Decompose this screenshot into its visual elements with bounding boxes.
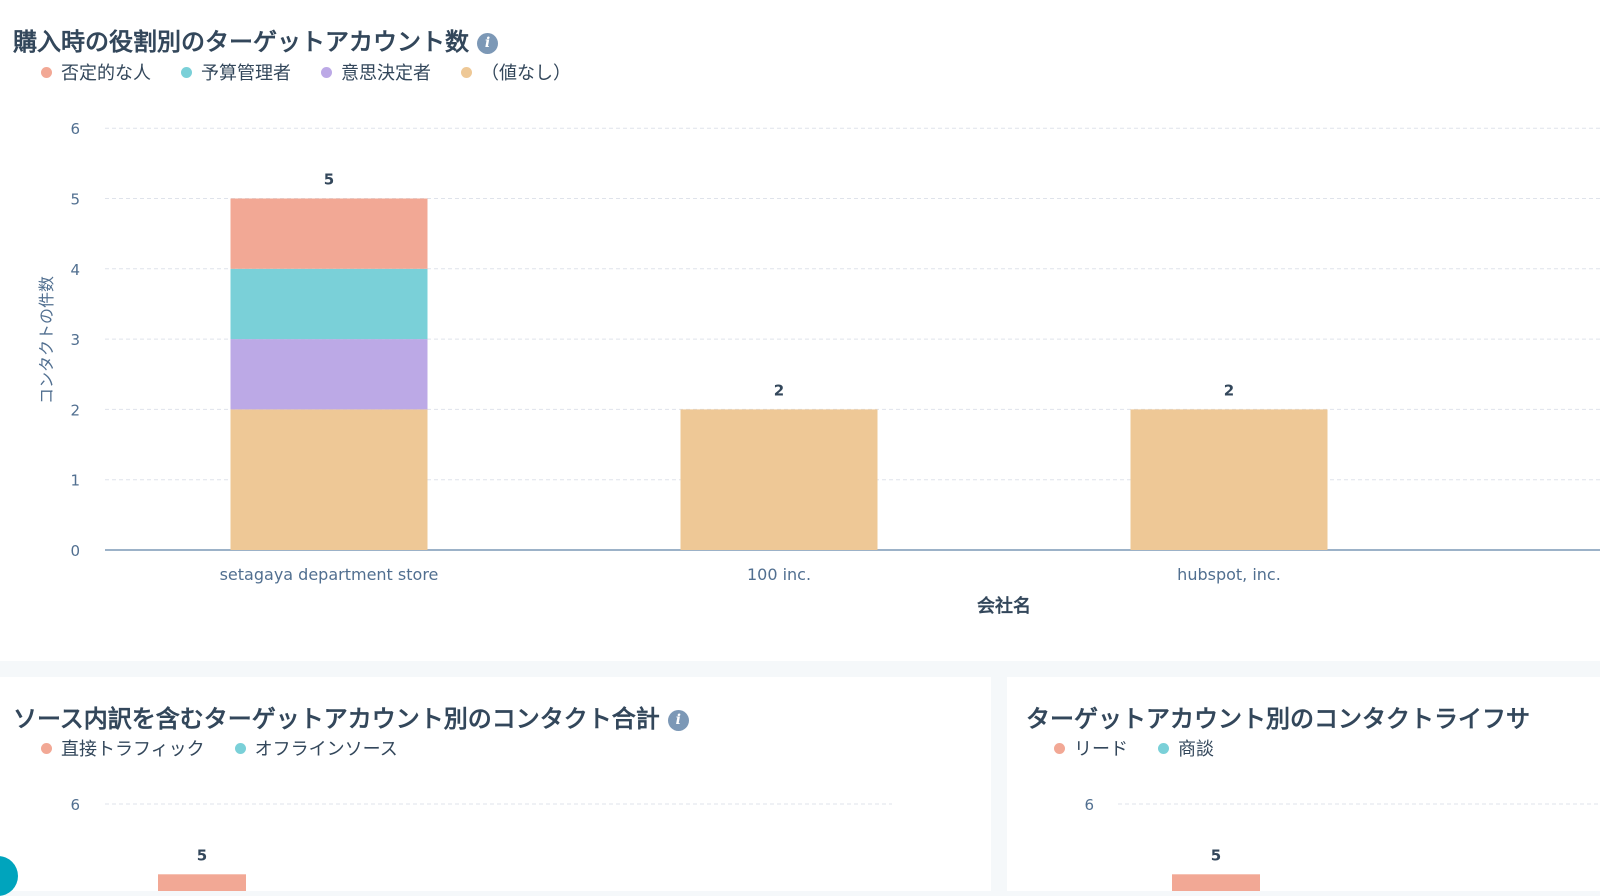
bar-total-label: 5: [197, 846, 207, 864]
bar-segment[interactable]: [158, 874, 246, 891]
y-axis-label: コンタクトの件数: [37, 276, 56, 404]
bar-total-label: 5: [1211, 846, 1221, 864]
bar-segment[interactable]: [680, 409, 878, 550]
bar-total-label: 5: [324, 171, 334, 189]
y-tick-label: 5: [70, 191, 80, 209]
bar-segment[interactable]: [1130, 409, 1328, 550]
y-tick-label: 2: [70, 401, 80, 419]
bar-chart-partial: 65: [70, 796, 892, 891]
chart-card-lifecycle: ターゲットアカウント別のコンタクトライフサ リード 商談 65: [1007, 677, 1600, 891]
bar-segment[interactable]: [230, 409, 428, 550]
y-tick-label: 3: [70, 331, 80, 349]
y-tick-label: 6: [70, 120, 80, 138]
x-tick-label: setagaya department store: [220, 565, 439, 584]
y-tick-label: 0: [70, 542, 80, 560]
chart-card-source-breakdown: ソース内訳を含むターゲットアカウント別のコンタクト合計 i 直接トラフィック オフ…: [0, 677, 991, 891]
stacked-bar-chart: 0 1 2 3 4 5 6 コンタクトの件数 5 setagaya department stor…: [37, 120, 1600, 617]
bar-segment[interactable]: [230, 268, 428, 340]
bar-segment[interactable]: [1172, 874, 1260, 891]
bar-chart-partial: 65: [1084, 796, 1600, 891]
bar-segment[interactable]: [230, 198, 428, 269]
chart-card-buying-role: 購入時の役割別のターゲットアカウント数 i 否定的な人 予算管理者 意思決定者 （…: [0, 0, 1600, 661]
y-tick-label: 6: [1084, 796, 1094, 814]
x-axis-label: 会社名: [977, 595, 1031, 617]
y-tick-label: 1: [70, 472, 80, 490]
y-tick-label: 6: [70, 796, 80, 814]
bar-total-label: 2: [1224, 381, 1234, 399]
x-tick-label: hubspot, inc.: [1177, 565, 1281, 584]
x-tick-label: 100 inc.: [747, 565, 811, 584]
bar-segment[interactable]: [230, 339, 428, 410]
bar-total-label: 2: [774, 381, 784, 399]
y-tick-label: 4: [70, 261, 80, 279]
